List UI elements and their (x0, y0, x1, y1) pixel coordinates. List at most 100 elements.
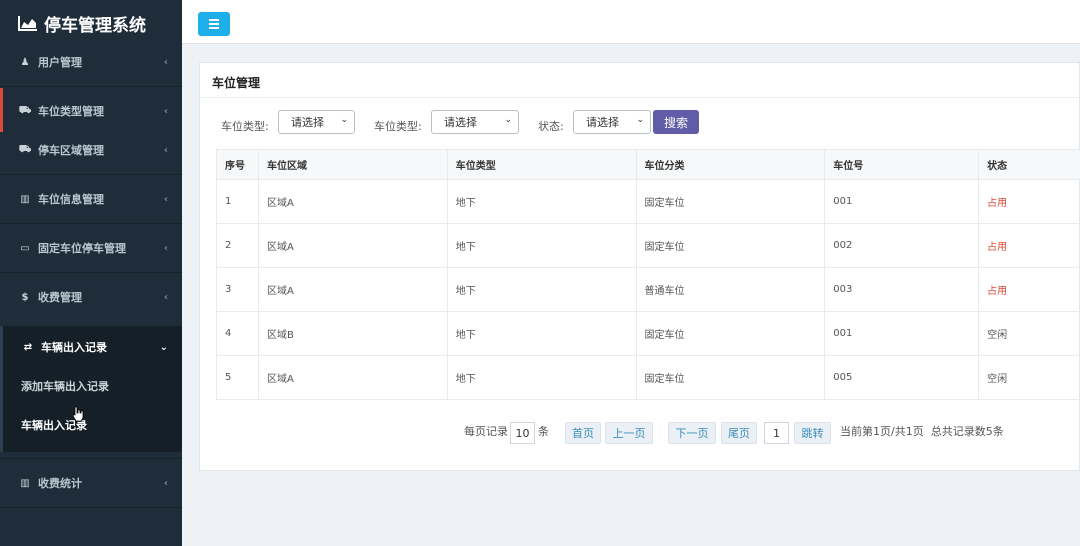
chevron-down-icon: ⌄ (159, 341, 168, 353)
sidebar-item-parking-areas[interactable]: ⛟ 停车区域管理 ‹ (0, 142, 182, 158)
next-page-button[interactable]: 下一页 (668, 422, 716, 444)
divider (0, 458, 182, 459)
sidebar-item-label: 收费管理 (38, 291, 82, 304)
app-title: 停车管理系统 (44, 15, 146, 36)
cell-category: 固定车位 (635, 311, 826, 356)
last-page-button[interactable]: 尾页 (721, 422, 757, 444)
sidebar-item-fees[interactable]: $ 收费管理 ‹ (0, 289, 182, 305)
table-row[interactable]: 4 区域B 地下 固定车位 001 空闲 (216, 311, 1080, 356)
space-type-select[interactable]: 请选择 ⌄ (278, 110, 355, 134)
space-type2-select[interactable]: 请选择 ⌄ (431, 110, 519, 134)
cell-index: 1 (216, 179, 259, 224)
sidebar-item-vehicle-records[interactable]: ⇄ 车辆出入记录 ⌄ (0, 339, 182, 355)
cell-index: 2 (216, 223, 259, 268)
cell-number: 005 (824, 355, 980, 400)
cell-area: 区域A (257, 267, 448, 312)
page-number-input[interactable]: 1 (764, 422, 789, 444)
status-select[interactable]: 请选择 ⌄ (573, 110, 651, 134)
table-header-row: 序号 车位区域 车位类型 车位分类 车位号 状态 (216, 149, 1080, 180)
chevron-down-icon: ⌄ (504, 115, 512, 125)
user-icon: ♟ (20, 56, 30, 68)
sidebar-item-space-info[interactable]: ▥ 车位信息管理 ‹ (0, 191, 182, 207)
menu-icon (209, 23, 219, 25)
chevron-left-icon: ‹ (163, 105, 168, 117)
column-header[interactable]: 车位区域 (257, 149, 448, 180)
exchange-icon: ⇄ (23, 341, 33, 353)
sidebar-item-users[interactable]: ♟ 用户管理 ‹ (0, 54, 182, 70)
first-page-button[interactable]: 首页 (565, 422, 601, 444)
divider (0, 507, 182, 508)
sidebar-item-label: 车位信息管理 (38, 193, 104, 206)
cell-number: 001 (824, 311, 980, 356)
chevron-down-icon: ⌄ (340, 115, 348, 125)
column-header[interactable]: 车位分类 (635, 149, 826, 180)
sidebar-item-label: 车位类型管理 (38, 105, 104, 118)
column-header[interactable]: 车位类型 (446, 149, 637, 180)
cell-status: 占用 (978, 223, 1080, 268)
cell-number: 002 (824, 223, 980, 268)
cell-category: 固定车位 (635, 179, 826, 224)
brand: 停车管理系统 (0, 0, 182, 46)
sidebar-item-space-types[interactable]: ⛟ 车位类型管理 ‹ (0, 103, 182, 119)
dollar-icon: $ (21, 291, 29, 303)
column-header[interactable]: 车位号 (824, 149, 980, 180)
cell-area: 区域A (257, 179, 448, 224)
filter-type2-label: 车位类型: (374, 120, 422, 133)
select-value: 请选择 (291, 116, 324, 129)
parking-space-table: 序号 车位区域 车位类型 车位分类 车位号 状态 1 区域A 地下 固定车位 0… (216, 149, 1080, 400)
cell-category: 固定车位 (635, 355, 826, 400)
cell-status: 占用 (978, 179, 1080, 224)
table-row[interactable]: 1 区域A 地下 固定车位 001 占用 (216, 179, 1080, 224)
per-page-input[interactable]: 10 (510, 422, 535, 444)
chevron-left-icon: ‹ (163, 193, 168, 205)
sidebar-item-label: 用户管理 (38, 56, 82, 69)
divider (200, 97, 1080, 98)
submenu-item-add-record[interactable]: 添加车辆出入记录 (21, 378, 109, 394)
column-header[interactable]: 序号 (216, 149, 259, 180)
cell-type: 地下 (446, 355, 637, 400)
divider (0, 272, 182, 273)
chevron-left-icon: ‹ (163, 291, 168, 303)
select-value: 请选择 (444, 116, 477, 129)
chevron-left-icon: ‹ (163, 242, 168, 254)
per-page-label: 每页记录 (464, 425, 508, 438)
credit-card-icon: ▭ (20, 242, 30, 254)
column-header[interactable]: 状态 (978, 149, 1080, 180)
cell-status: 空闲 (978, 355, 1080, 400)
map-icon: ▥ (20, 193, 30, 205)
cell-type: 地下 (446, 267, 637, 312)
jump-button[interactable]: 跳转 (794, 422, 831, 444)
pointer-cursor-icon (72, 406, 84, 422)
filter-status-label: 状态: (538, 120, 564, 133)
chevron-left-icon: ‹ (163, 144, 168, 156)
area-chart-icon (18, 16, 37, 31)
cell-index: 3 (216, 267, 259, 312)
sidebar: 停车管理系统 ♟ 用户管理 ‹ ⛟ 车位类型管理 ‹ ⛟ 停车区域管理 ‹ ▥ … (0, 0, 182, 546)
top-bar (182, 0, 1080, 44)
cell-number: 001 (824, 179, 980, 224)
sidebar-item-fixed-parking[interactable]: ▭ 固定车位停车管理 ‹ (0, 240, 182, 256)
cell-category: 固定车位 (635, 223, 826, 268)
per-page-unit: 条 (538, 425, 549, 438)
table-row[interactable]: 3 区域A 地下 普通车位 003 占用 (216, 267, 1080, 312)
cell-type: 地下 (446, 179, 637, 224)
sidebar-item-label: 固定车位停车管理 (38, 242, 126, 255)
sidebar-item-label: 停车区域管理 (38, 144, 104, 157)
cell-type: 地下 (446, 311, 637, 356)
sidebar-toggle-button[interactable] (198, 12, 230, 36)
divider (0, 223, 182, 224)
cell-area: 区域A (257, 223, 448, 268)
sidebar-item-label: 车辆出入记录 (41, 341, 107, 354)
car-icon: ⛟ (18, 104, 32, 116)
filter-type1-label: 车位类型: (221, 120, 269, 133)
select-value: 请选择 (586, 116, 619, 129)
cell-area: 区域B (257, 311, 448, 356)
cell-number: 003 (824, 267, 980, 312)
prev-page-button[interactable]: 上一页 (605, 422, 653, 444)
menu-icon (209, 19, 219, 21)
table-row[interactable]: 2 区域A 地下 固定车位 002 占用 (216, 223, 1080, 268)
sidebar-item-fee-stats[interactable]: ▥ 收费统计 ‹ (0, 475, 182, 491)
cell-category: 普通车位 (635, 267, 826, 312)
table-row[interactable]: 5 区域A 地下 固定车位 005 空闲 (216, 355, 1080, 400)
search-button[interactable]: 搜索 (653, 110, 699, 134)
